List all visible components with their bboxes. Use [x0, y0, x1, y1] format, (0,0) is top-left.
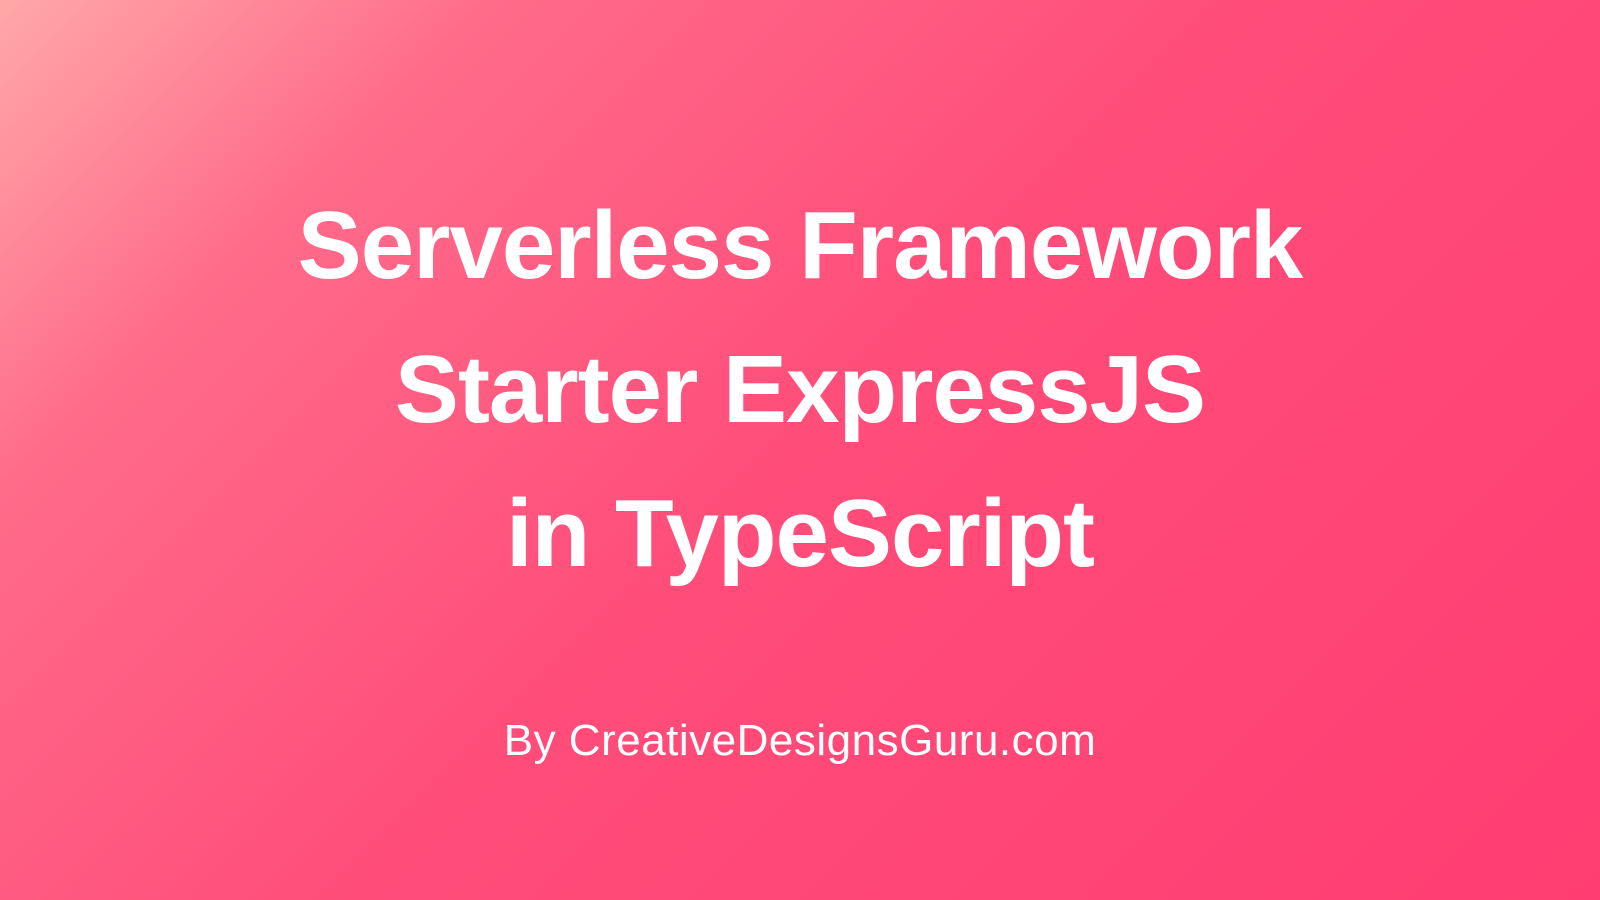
title-line-3: in TypeScript: [506, 480, 1094, 587]
title-line-1: Serverless Framework: [298, 192, 1303, 299]
title-line-2: Starter ExpressJS: [395, 336, 1205, 443]
banner-card: Serverless Framework Starter ExpressJS i…: [0, 0, 1600, 900]
banner-title: Serverless Framework Starter ExpressJS i…: [298, 174, 1303, 606]
byline-text: By CreativeDesignsGuru.com: [504, 716, 1097, 766]
